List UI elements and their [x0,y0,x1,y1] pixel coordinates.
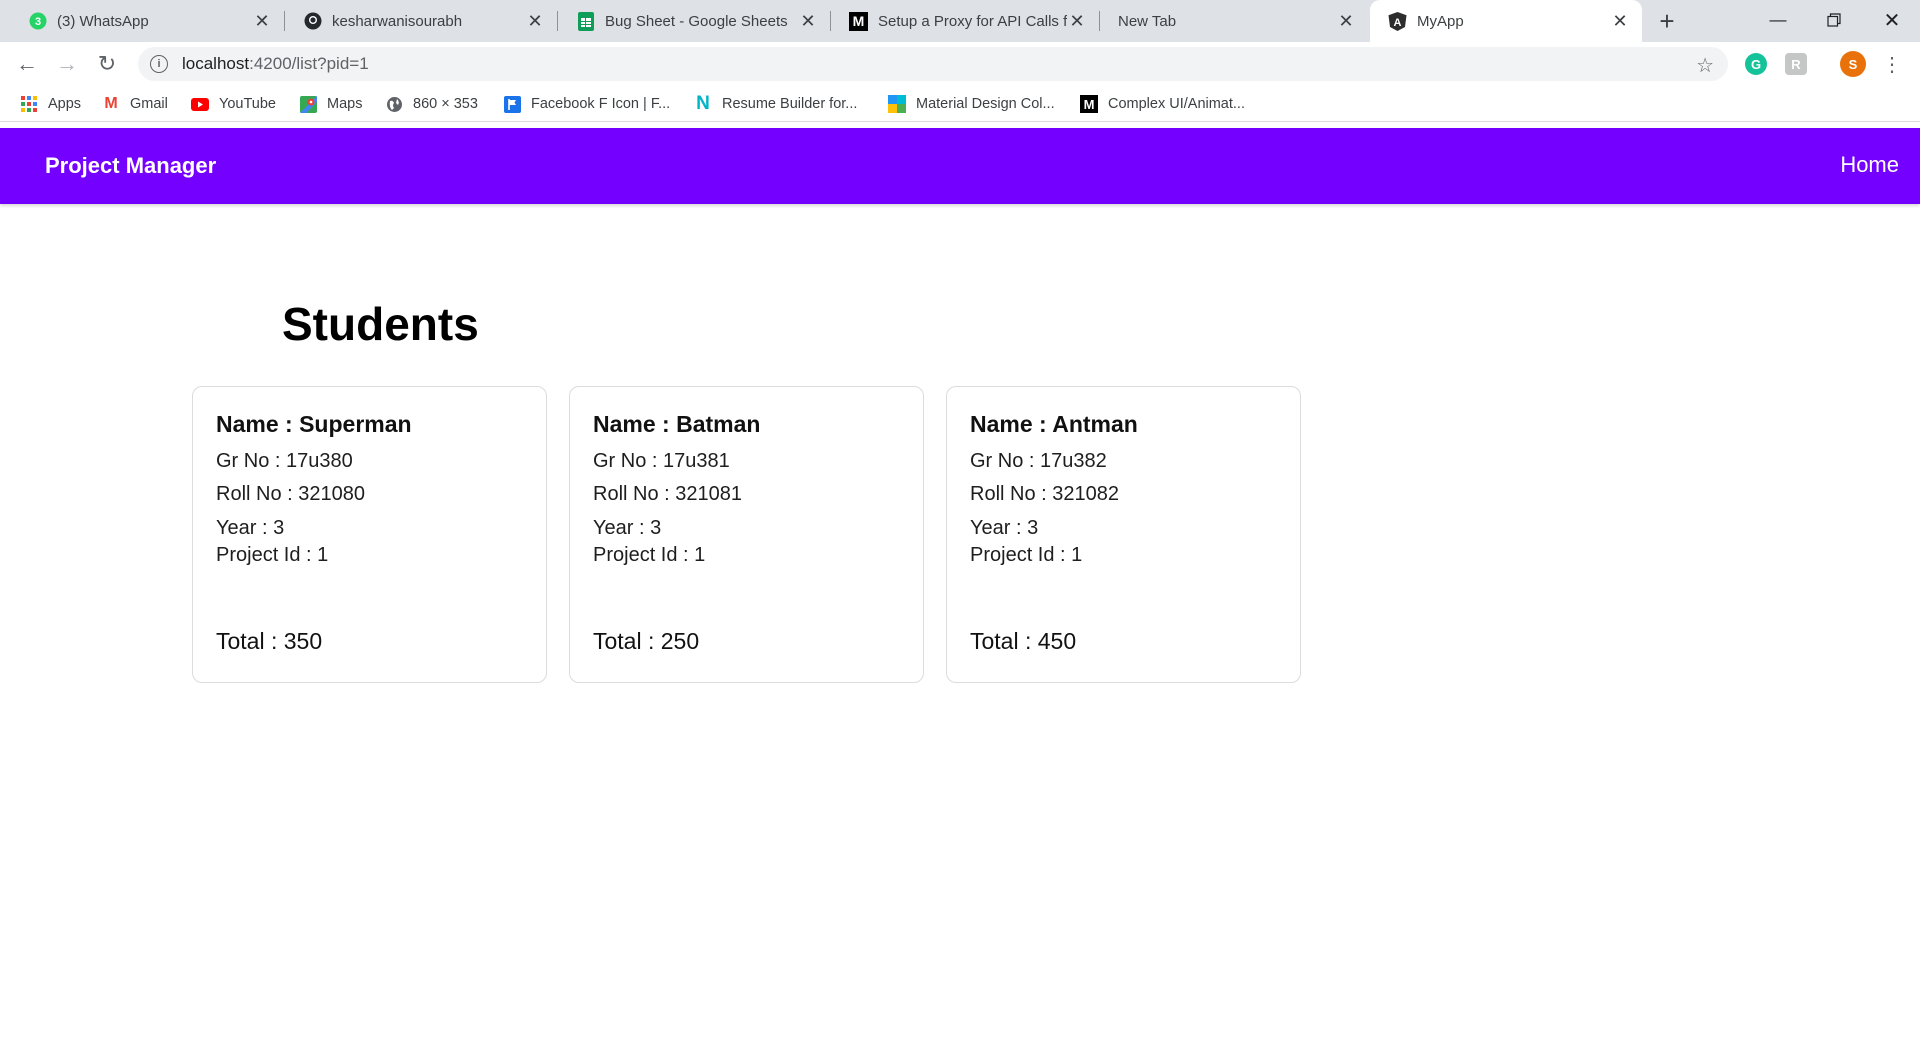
student-year: Year : 3 [970,517,1039,539]
student-year: Year : 3 [216,517,285,539]
student-gr-no: Gr No : 17u381 [593,450,730,472]
student-name: Name : Superman [216,411,412,437]
student-name: Name : Batman [593,411,761,437]
angular-icon: A [1388,11,1407,31]
close-icon[interactable]: ✕ [798,11,818,31]
bookmark-facebook-f-icon[interactable]: Facebook F Icon | F... [503,94,670,114]
tab-new-tab[interactable]: New Tab ✕ [1100,0,1368,42]
globe-icon [385,95,403,113]
address-bar[interactable]: i localhost:4200/list?pid=1 ☆ [138,47,1728,81]
student-card: Name : Superman Gr No : 17u380 Roll No :… [192,386,547,683]
bookmark-860x353[interactable]: 860 × 353 [385,94,478,114]
student-year: Year : 3 [593,517,662,539]
maps-icon [299,95,317,113]
close-icon[interactable]: ✕ [252,11,272,31]
bookmark-maps[interactable]: Maps [299,94,362,114]
bookmark-resume-builder[interactable]: N Resume Builder for... [694,93,858,114]
new-tab-plus-icon[interactable]: + [1652,6,1682,36]
medium-icon: M [1080,95,1098,113]
reload-icon[interactable]: ↻ [93,50,121,78]
info-icon[interactable]: i [150,55,168,73]
bookmark-label: Gmail [130,96,168,112]
student-card: Name : Batman Gr No : 17u381 Roll No : 3… [569,386,924,683]
window-close-icon[interactable]: ✕ [1864,0,1920,40]
tab-title: MyApp [1417,12,1464,30]
student-total: Total : 350 [216,628,323,654]
extension-icon[interactable]: R [1785,53,1807,75]
student-name: Name : Antman [970,411,1138,437]
youtube-icon [191,95,209,113]
student-project-id: Project Id : 1 [593,544,706,566]
bookmark-label: 860 × 353 [413,96,478,112]
student-gr-no: Gr No : 17u380 [216,450,353,472]
bookmark-label: Resume Builder for... [722,96,858,112]
bookmark-youtube[interactable]: YouTube [191,94,276,114]
whatsapp-badge: 3 [34,16,40,28]
close-icon[interactable]: ✕ [1610,11,1630,31]
url-text[interactable]: localhost:4200/list?pid=1 [182,54,369,74]
bookmark-label: YouTube [219,96,276,112]
angular-letter: A [1394,17,1402,29]
bookmark-gmail[interactable]: M Gmail [102,94,168,114]
whatsapp-icon: 3 [28,12,47,31]
bookmark-label: Material Design Col... [916,96,1055,112]
page-title: Students [282,298,479,350]
bookmark-apps[interactable]: Apps [20,94,81,114]
tab-title: New Tab [1118,12,1177,30]
tab-title: Setup a Proxy for API Calls fo [878,12,1067,30]
student-roll-no: Roll No : 321081 [593,483,742,505]
flag-icon [503,95,521,113]
tab-github[interactable]: kesharwanisourabh ✕ [285,0,557,42]
bookmark-material-design[interactable]: Material Design Col... [888,94,1055,114]
github-icon [303,12,322,31]
gmail-icon: M [104,95,118,112]
student-total: Total : 250 [593,628,700,654]
bookmark-star-icon[interactable]: ☆ [1696,53,1714,78]
forward-arrow-icon[interactable]: → [53,50,81,78]
tab-strip: 3 (3) WhatsApp ✕ kesharwanisourabh ✕ Bug… [0,0,1920,42]
close-icon[interactable]: ✕ [1336,11,1356,31]
palette-icon [888,95,906,113]
n-logo-icon: N [696,93,710,114]
back-arrow-icon[interactable]: ← [13,50,41,78]
url-host: localhost [182,54,250,73]
sheets-icon [576,11,595,31]
student-gr-no: Gr No : 17u382 [970,450,1107,472]
tab-title: (3) WhatsApp [57,12,149,30]
student-card: Name : Antman Gr No : 17u382 Roll No : 3… [946,386,1301,683]
bookmark-label: Apps [48,96,82,112]
student-total: Total : 450 [970,628,1077,654]
close-icon[interactable]: ✕ [525,11,545,31]
menu-kebab-icon[interactable]: ⋮ [1878,50,1906,78]
bookmark-label: Maps [327,96,363,112]
app-navbar: Project Manager Home [0,128,1920,204]
student-roll-no: Roll No : 321080 [216,483,365,505]
browser-toolbar: ← → ↻ i localhost:4200/list?pid=1 ☆ G R … [0,42,1920,86]
close-icon[interactable]: ✕ [1067,11,1087,31]
apps-grid-icon [20,95,38,113]
tab-title: kesharwanisourabh [332,12,463,30]
student-roll-no: Roll No : 321082 [970,483,1119,505]
bookmark-label: Complex UI/Animat... [1108,96,1245,112]
tab-google-sheets[interactable]: Bug Sheet - Google Sheets ✕ [558,0,830,42]
url-path: :4200/list?pid=1 [249,54,369,73]
tab-medium-proxy[interactable]: M Setup a Proxy for API Calls fo ✕ [831,0,1099,42]
nav-home-link[interactable]: Home [1840,152,1899,178]
bookmarks-bar: Apps M Gmail YouTube Maps 860 × 353 Face… [0,86,1920,122]
student-project-id: Project Id : 1 [970,544,1083,566]
grammarly-icon[interactable]: G [1745,53,1767,75]
tab-whatsapp[interactable]: 3 (3) WhatsApp ✕ [10,0,284,42]
student-project-id: Project Id : 1 [216,544,329,566]
minimize-icon[interactable]: — [1750,0,1806,40]
medium-icon: M [849,11,868,31]
tab-title: Bug Sheet - Google Sheets [605,12,788,30]
tab-myapp[interactable]: A MyApp ✕ [1370,0,1642,42]
navbar-brand[interactable]: Project Manager [45,153,216,179]
profile-avatar[interactable]: S [1840,51,1866,77]
bookmark-complex-ui[interactable]: M Complex UI/Animat... [1080,94,1245,114]
restore-icon[interactable] [1806,0,1862,40]
bookmark-label: Facebook F Icon | F... [531,96,671,112]
